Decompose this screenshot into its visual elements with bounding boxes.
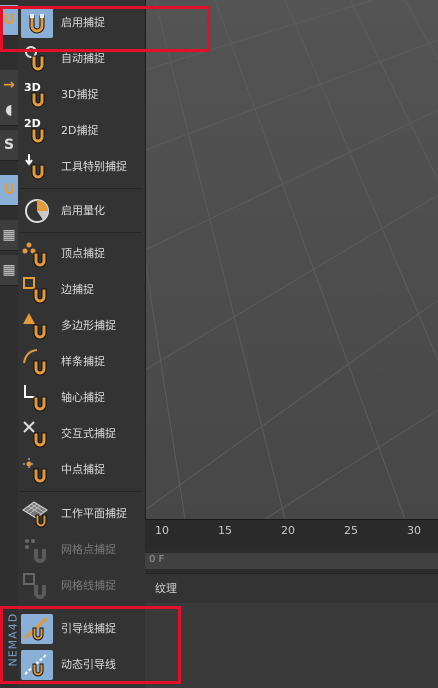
- arrow-icon: →: [3, 77, 15, 93]
- menu-item-edge-snap[interactable]: 边捕捉: [18, 272, 145, 308]
- timeline-tick: 30: [407, 524, 421, 537]
- material-tabbar: 纹理: [145, 573, 438, 604]
- tab-texture[interactable]: 纹理: [155, 574, 177, 604]
- menu-item-label: 样条捕捉: [61, 355, 105, 368]
- menu-item-vertex-snap[interactable]: 顶点捕捉: [18, 236, 145, 272]
- 3d-viewport[interactable]: [145, 0, 438, 519]
- menu-item-label: 中点捕捉: [61, 463, 105, 476]
- menu-item-label: 3D捕捉: [61, 88, 99, 101]
- grid-lock-icon: ▦: [2, 227, 16, 243]
- menu-item-label: 多边形捕捉: [61, 319, 116, 332]
- timeline-ruler[interactable]: 10 15 20 25 30: [145, 519, 438, 550]
- magnet-icon: U: [3, 182, 15, 198]
- frame-value: 0 F: [149, 554, 165, 565]
- snap-2d-icon: 2D: [24, 117, 45, 144]
- menu-item-label: 2D捕捉: [61, 124, 99, 137]
- menu-item-intersection-snap[interactable]: 交互式捕捉: [18, 416, 145, 452]
- strip-grid-button[interactable]: ▦: [0, 255, 18, 286]
- menu-item-workplane-snap[interactable]: 工作平面捕捉: [18, 496, 145, 532]
- menu-separator: [20, 491, 142, 492]
- menu-separator: [20, 188, 142, 189]
- midpoint-snap-icon: [23, 458, 47, 484]
- menu-item-spline-snap[interactable]: 样条捕捉: [18, 344, 145, 380]
- frame-track: [145, 553, 438, 569]
- tool-snap-icon: [25, 154, 45, 180]
- menu-item-enable-quantize[interactable]: 启用量化: [18, 193, 145, 229]
- menu-item-snap-3d[interactable]: 3D 3D捕捉: [18, 77, 145, 113]
- highlight-box-top: [0, 6, 210, 52]
- quantize-icon: [25, 199, 49, 223]
- svg-text:3D: 3D: [24, 81, 41, 94]
- menu-item-polygon-snap[interactable]: 多边形捕捉: [18, 308, 145, 344]
- intersection-snap-icon: [23, 421, 47, 448]
- snap-3d-icon: 3D: [24, 81, 45, 108]
- timeline-tick: 15: [218, 524, 232, 537]
- strip-grid-lock-button[interactable]: ▦: [0, 220, 18, 251]
- highlight-box-bottom: [0, 606, 181, 684]
- grid-line-snap-icon: [23, 573, 46, 599]
- timeline-tick: 10: [155, 524, 169, 537]
- grid-point-snap-icon: [25, 539, 46, 563]
- timeline-tick: 20: [281, 524, 295, 537]
- frame-field[interactable]: 0 F: [145, 549, 438, 573]
- workplane-snap-icon: [22, 501, 48, 528]
- menu-separator: [20, 232, 142, 233]
- mouse-icon: ◖: [5, 102, 13, 118]
- strip-snap-button[interactable]: U: [0, 175, 18, 206]
- timeline-tick: 25: [344, 524, 358, 537]
- s-icon: S: [3, 137, 15, 153]
- menu-item-label: 网格点捕捉: [61, 543, 116, 556]
- menu-item-label: 顶点捕捉: [61, 247, 105, 260]
- edge-snap-icon: [23, 277, 47, 304]
- menu-item-axis-snap[interactable]: 轴心捕捉: [18, 380, 145, 416]
- menu-item-label: 工具特别捕捉: [61, 160, 127, 173]
- menu-item-label: 交互式捕捉: [61, 427, 116, 440]
- material-panel: [145, 603, 438, 688]
- viewport-grid: [145, 0, 438, 519]
- vertex-snap-icon: [22, 242, 47, 268]
- polygon-snap-icon: [23, 313, 47, 340]
- menu-item-label: 轴心捕捉: [61, 391, 105, 404]
- menu-item-tool-snap[interactable]: 工具特别捕捉: [18, 149, 145, 185]
- menu-item-label: 启用量化: [61, 204, 105, 217]
- grid-icon: ▦: [2, 262, 16, 278]
- menu-item-label: 边捕捉: [61, 283, 94, 296]
- left-toolbar: U → ◖ S U ▦ ▦ NEMA4D: [0, 0, 20, 688]
- menu-item-label: 工作平面捕捉: [61, 507, 127, 520]
- menu-item-grid-line-snap[interactable]: 网格线捕捉: [18, 568, 145, 604]
- menu-item-grid-point-snap[interactable]: 网格点捕捉: [18, 532, 145, 568]
- menu-item-label: 网格线捕捉: [61, 579, 116, 592]
- strip-mouse-button[interactable]: ◖: [0, 95, 18, 126]
- svg-text:2D: 2D: [24, 117, 41, 130]
- snap-menu: 启用捕捉 自动捕捉 3D 3D捕捉 2D 2D捕捉 工具特别捕捉 启用量化 顶点…: [18, 0, 146, 688]
- menu-item-snap-2d[interactable]: 2D 2D捕捉: [18, 113, 145, 149]
- spline-snap-icon: [23, 349, 47, 376]
- menu-item-midpoint-snap[interactable]: 中点捕捉: [18, 452, 145, 488]
- axis-snap-icon: [24, 385, 47, 412]
- strip-s-button[interactable]: S: [0, 130, 18, 161]
